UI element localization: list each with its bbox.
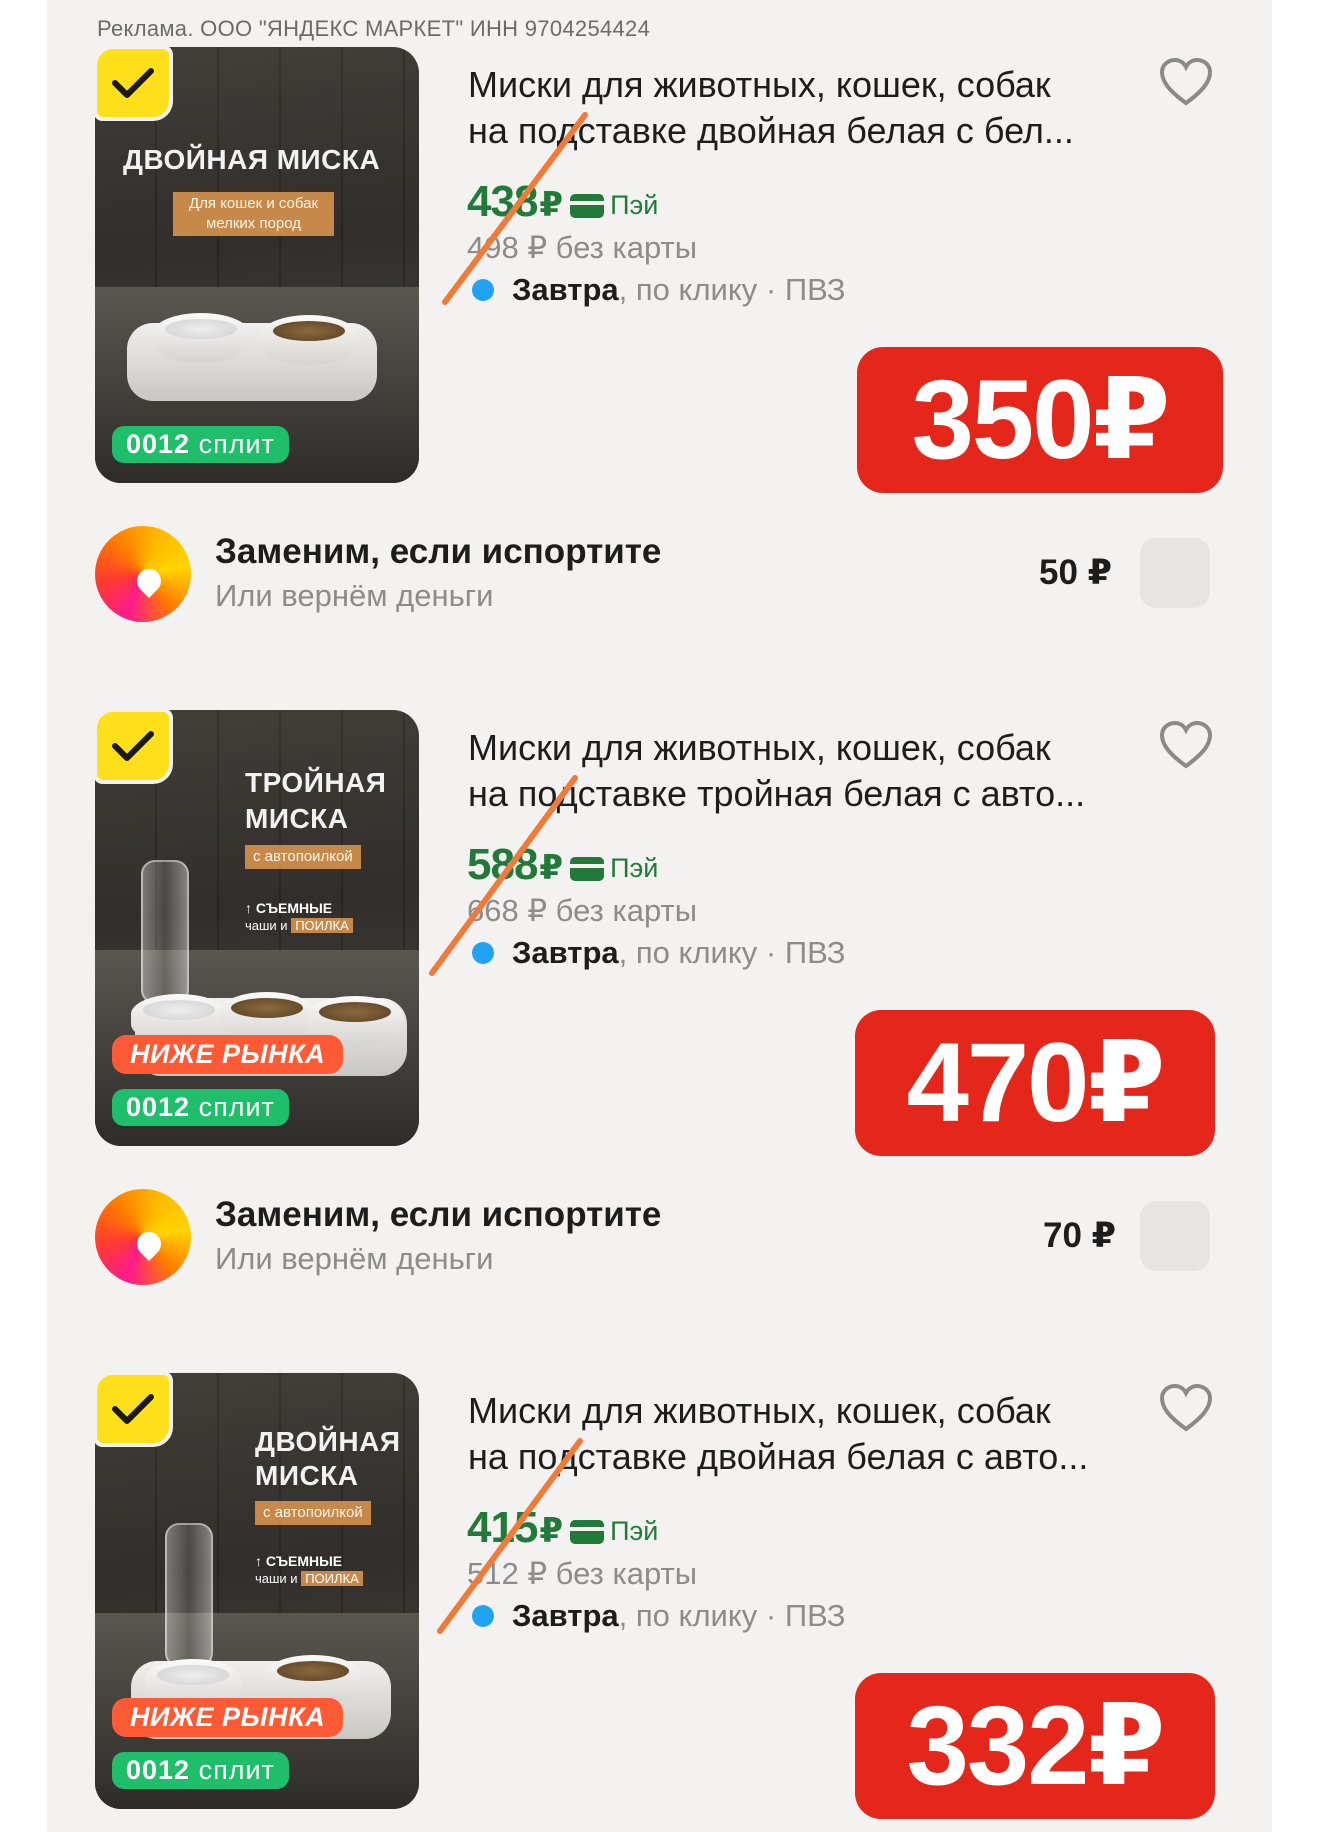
promo-price-badge: 332₽ [855,1673,1215,1819]
service-title: Заменим, если испортите [215,1195,662,1234]
service-row-2[interactable]: Заменим, если испортите Или вернём деньг… [0,1189,1319,1299]
image-tag: с автопоилкой [255,1501,371,1525]
service-subtitle: Или вернём деньги [215,1241,494,1276]
service-fee: 70 ₽ [1043,1216,1117,1255]
check-icon[interactable] [93,1371,173,1447]
strike-mark [437,1438,583,1634]
service-subtitle: Или вернём деньги [215,578,494,613]
service-title: Заменим, если испортите [215,532,662,571]
image-tag: Для кошек и собак мелких пород [173,192,334,236]
product-card-2[interactable]: ТРОЙНАЯ МИСКА с автопоилкой ↑ СЪЕМНЫЕ ча… [0,663,1319,1156]
image-headline-2: МИСКА [255,1460,359,1491]
image-feature: ↑ СЪЕМНЫЕ чаши и ПОИЛКА [245,900,353,934]
heart-icon[interactable] [1158,56,1214,108]
image-headline-2: МИСКА [245,803,349,834]
split-badge: 0012 сплит [112,1752,289,1789]
promo-price-badge: 470₽ [855,1010,1215,1156]
service-row-1[interactable]: Заменим, если испортите Или вернём деньг… [0,526,1319,636]
strike-mark [429,775,578,976]
product-card-1[interactable]: ДВОЙНАЯ МИСКА Для кошек и собак мелких п… [0,0,1319,493]
promo-price-badge: 350₽ [857,347,1223,493]
check-icon[interactable] [93,708,173,784]
service-fee: 50 ₽ [1039,553,1113,592]
service-checkbox[interactable] [1140,538,1210,608]
product-card-3[interactable]: ДВОЙНАЯ МИСКА с автопоилкой ↑ СЪЕМНЫЕ ча… [0,1326,1319,1819]
service-checkbox[interactable] [1140,1201,1210,1271]
split-badge: 0012 сплит [112,1089,289,1126]
image-headline: ДВОЙНАЯ МИСКА [123,144,381,175]
service-logo-icon [95,526,191,622]
service-logo-icon [95,1189,191,1285]
image-feature: ↑ СЪЕМНЫЕ чаши и ПОИЛКА [255,1553,363,1587]
strike-mark [442,112,588,305]
split-badge: 0012 сплит [112,426,289,463]
image-headline-1: ТРОЙНАЯ [245,767,387,798]
heart-icon[interactable] [1158,719,1214,771]
below-market-badge: НИЖЕ РЫНКА [112,1035,344,1074]
heart-icon[interactable] [1158,1382,1214,1434]
check-icon[interactable] [93,45,173,121]
below-market-badge: НИЖЕ РЫНКА [112,1698,344,1737]
image-tag: с автопоилкой [245,845,361,869]
image-headline-1: ДВОЙНАЯ [255,1426,401,1457]
